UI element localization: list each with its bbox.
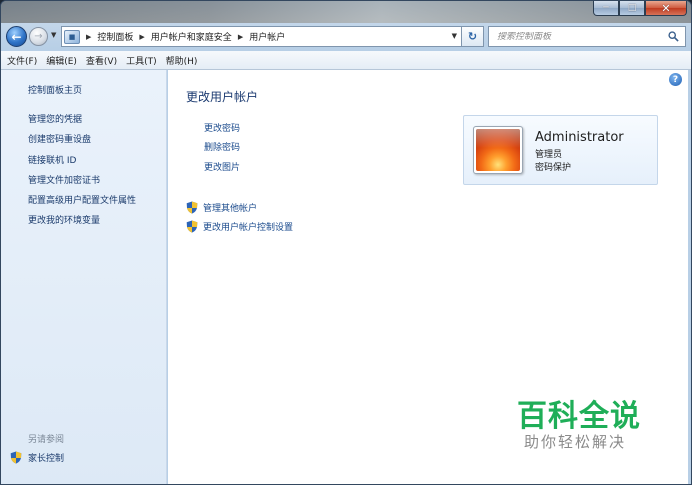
- manage-other-accounts-link[interactable]: 管理其他帐户: [186, 201, 257, 214]
- menu-view[interactable]: 查看(V): [86, 54, 117, 67]
- sidebar-item-password-reset-disk[interactable]: 创建密码重设盘: [28, 132, 91, 145]
- main-pane: ? 更改用户帐户 更改密码 删除密码 更改图片 管理其他帐户 更改用户帐户控制设…: [168, 70, 688, 484]
- uac-settings-label[interactable]: 更改用户帐户控制设置: [203, 220, 293, 233]
- back-arrow-icon: ←: [11, 29, 22, 44]
- breadcrumb-user-accounts-family-safety[interactable]: 用户帐户和家庭安全: [151, 30, 232, 43]
- uac-settings-link[interactable]: 更改用户帐户控制设置: [186, 220, 293, 233]
- close-button[interactable]: ✕: [645, 1, 687, 16]
- refresh-button[interactable]: ↻: [462, 26, 484, 47]
- menu-bar: 文件(F) 编辑(E) 查看(V) 工具(T) 帮助(H): [1, 51, 691, 70]
- window-controls: ─ □ ✕: [593, 1, 687, 16]
- parental-controls-label[interactable]: 家长控制: [28, 451, 64, 464]
- sidebar: 控制面板主页 管理您的凭据 创建密码重设盘 链接联机 ID 管理文件加密证书 配…: [1, 70, 167, 484]
- manage-other-accounts-label[interactable]: 管理其他帐户: [203, 201, 257, 214]
- page-title: 更改用户帐户: [186, 90, 259, 104]
- change-picture-link[interactable]: 更改图片: [204, 160, 240, 173]
- search-box[interactable]: [488, 26, 686, 47]
- menu-help[interactable]: 帮助(H): [166, 54, 198, 67]
- sidebar-item-link-online-id[interactable]: 链接联机 ID: [28, 153, 76, 166]
- maximize-icon: □: [627, 3, 637, 13]
- sidebar-item-manage-credentials[interactable]: 管理您的凭据: [28, 112, 82, 125]
- breadcrumb-separator-icon[interactable]: ▶: [139, 33, 144, 41]
- account-card: Administrator 管理员 密码保护: [463, 115, 658, 185]
- address-dropdown-icon[interactable]: ▼: [452, 32, 457, 40]
- remove-password-link[interactable]: 删除密码: [204, 140, 240, 153]
- forward-arrow-icon: →: [34, 31, 43, 42]
- recent-pages-dropdown-icon[interactable]: ▼: [51, 31, 56, 39]
- menu-file[interactable]: 文件(F): [7, 54, 37, 67]
- menu-tools[interactable]: 工具(T): [126, 54, 157, 67]
- title-bar[interactable]: [1, 1, 691, 23]
- forward-button[interactable]: →: [29, 27, 48, 46]
- uac-shield-icon: [10, 451, 22, 464]
- control-panel-window: ─ □ ✕ ← → ▼ ■ ▶ 控制面板 ▶ 用户帐户和家庭安全 ▶ 用户帐户 …: [0, 0, 692, 485]
- maximize-button[interactable]: □: [619, 1, 645, 16]
- account-role: 管理员: [535, 150, 563, 160]
- search-input[interactable]: [497, 31, 667, 42]
- account-password-status: 密码保护: [535, 163, 572, 173]
- breadcrumb-separator-icon[interactable]: ▶: [238, 33, 243, 41]
- change-password-link[interactable]: 更改密码: [204, 121, 240, 134]
- see-also-heading: 另请参阅: [28, 435, 65, 445]
- breadcrumb-user-accounts[interactable]: 用户帐户: [249, 30, 285, 43]
- address-bar[interactable]: ■ ▶ 控制面板 ▶ 用户帐户和家庭安全 ▶ 用户帐户 ▼: [61, 26, 462, 47]
- breadcrumb-control-panel[interactable]: 控制面板: [97, 30, 133, 43]
- minimize-icon: ─: [603, 3, 609, 13]
- sidebar-item-parental-controls[interactable]: 家长控制: [10, 451, 64, 464]
- back-button[interactable]: ←: [6, 26, 27, 47]
- sidebar-item-environment-variables[interactable]: 更改我的环境变量: [28, 213, 100, 226]
- watermark-subtitle: 助你轻松解决: [524, 433, 627, 451]
- search-icon[interactable]: [668, 31, 679, 42]
- sidebar-control-panel-home[interactable]: 控制面板主页: [28, 83, 82, 96]
- flower-picture-icon: [476, 129, 520, 171]
- navigation-bar: ← → ▼ ■ ▶ 控制面板 ▶ 用户帐户和家庭安全 ▶ 用户帐户 ▼ ↻: [1, 23, 691, 49]
- minimize-button[interactable]: ─: [593, 1, 619, 16]
- avatar: [473, 126, 523, 174]
- sidebar-item-advanced-profile-properties[interactable]: 配置高级用户配置文件属性: [28, 193, 136, 206]
- sidebar-item-file-encryption-certificates[interactable]: 管理文件加密证书: [28, 173, 100, 186]
- close-icon: ✕: [661, 1, 671, 15]
- watermark-title: 百科全说: [517, 399, 641, 434]
- uac-shield-icon: [186, 201, 198, 214]
- menu-edit[interactable]: 编辑(E): [46, 54, 77, 67]
- breadcrumb-separator-icon[interactable]: ▶: [86, 33, 91, 41]
- account-name: Administrator: [535, 130, 624, 145]
- control-panel-icon: ■: [64, 29, 80, 44]
- uac-shield-icon: [186, 220, 198, 233]
- refresh-icon: ↻: [467, 30, 478, 43]
- help-icon[interactable]: ?: [669, 73, 682, 86]
